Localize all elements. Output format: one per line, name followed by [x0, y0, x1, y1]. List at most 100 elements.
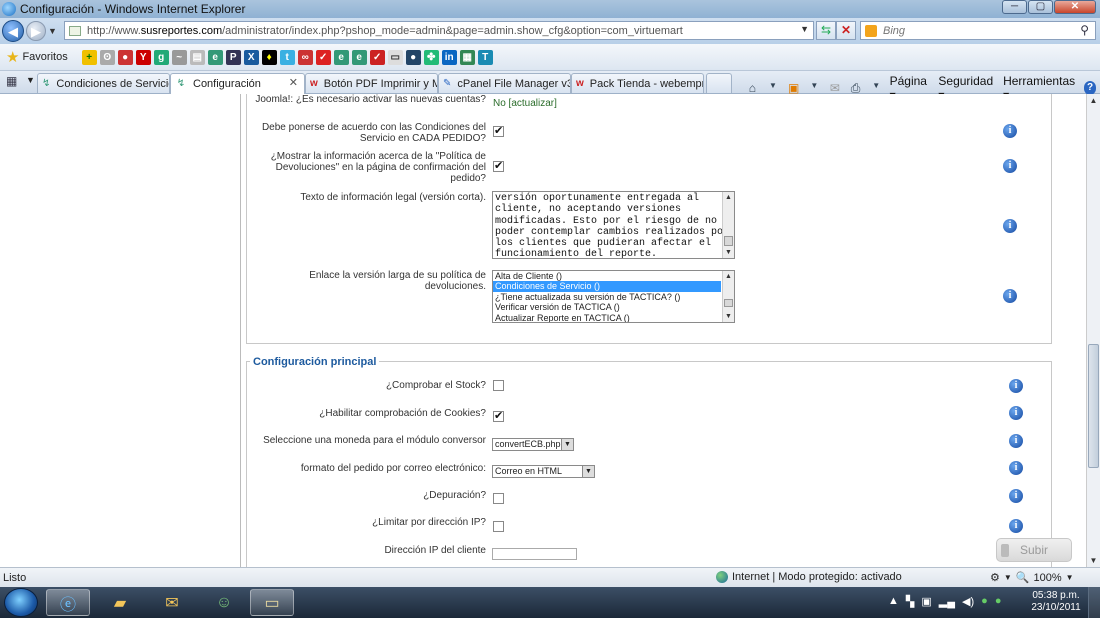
debug-checkbox[interactable] — [493, 493, 504, 504]
address-dropdown-icon[interactable]: ▼ — [800, 24, 809, 34]
tab-close-icon[interactable]: ✕ — [289, 76, 298, 89]
back-button[interactable]: ◀ — [2, 20, 24, 42]
scroll-down-icon[interactable]: ▼ — [1087, 554, 1100, 567]
show-hidden-icons-icon[interactable]: ▲ — [888, 595, 899, 608]
tab-cpanel[interactable]: ✎ cPanel File Manager v3 — [438, 73, 571, 93]
scroll-down-icon[interactable]: ▼ — [723, 311, 734, 322]
info-icon[interactable]: i — [1003, 159, 1017, 173]
client-ip-input[interactable] — [492, 548, 577, 560]
scroll-down-icon[interactable]: ▼ — [723, 247, 734, 258]
info-icon[interactable]: i — [1009, 519, 1023, 533]
feeds-icon[interactable]: ▣ — [786, 81, 801, 95]
chevron-down-icon[interactable]: ▼ — [1066, 573, 1074, 582]
network-icon[interactable]: ▂▄ — [939, 595, 955, 608]
bookmark-4-icon[interactable]: g — [153, 49, 169, 65]
chevron-down-icon[interactable]: ▼ — [1004, 573, 1012, 582]
tray-icon-6[interactable]: ● — [995, 595, 1002, 608]
bookmark-16-icon[interactable]: ✓ — [369, 49, 385, 65]
youtube-icon[interactable]: Y — [135, 49, 151, 65]
info-icon[interactable]: i — [1009, 379, 1023, 393]
search-icon[interactable]: ⚲ — [1080, 23, 1089, 37]
add-favorite-icon[interactable]: + — [81, 49, 97, 65]
page-scroll-thumb[interactable] — [1088, 344, 1099, 468]
info-icon[interactable]: i — [1003, 289, 1017, 303]
linkedin-icon[interactable]: in — [441, 49, 457, 65]
agree-terms-checkbox[interactable] — [493, 124, 504, 137]
quick-tabs-icon[interactable]: ▦ — [6, 74, 22, 90]
bookmark-17-icon[interactable]: ▭ — [387, 49, 403, 65]
page-scrollbar[interactable]: ▲ ▼ — [1086, 94, 1100, 567]
scroll-up-icon[interactable]: ▲ — [723, 271, 734, 282]
listbox-option[interactable]: Verificar versión de TACTICA () — [493, 302, 721, 312]
twitter-icon[interactable]: t — [279, 49, 295, 65]
bookmark-14-icon[interactable]: e — [333, 49, 349, 65]
tray-icon-2[interactable]: ▣ — [921, 595, 931, 608]
listbox-option[interactable]: ¿Tiene actualizada su versión de TACTICA… — [493, 292, 721, 302]
bookmark-6-icon[interactable]: ▤ — [189, 49, 205, 65]
textarea-scrollbar[interactable]: ▲ ▼ — [722, 192, 734, 258]
tab-boton-pdf[interactable]: w Botón PDF Imprimir y M... — [305, 73, 438, 93]
chevron-down-icon[interactable]: ▼ — [561, 439, 573, 450]
bookmark-12-icon[interactable]: ∞ — [297, 49, 313, 65]
show-returns-checkbox[interactable] — [493, 159, 504, 172]
taskbar-app3-button[interactable]: ✉ — [150, 589, 194, 616]
new-tab-button[interactable] — [706, 73, 732, 93]
bookmark-9-icon[interactable]: X — [243, 49, 259, 65]
tab-list-dropdown-icon[interactable]: ▼ — [26, 75, 35, 85]
close-button[interactable]: ✕ — [1054, 0, 1096, 14]
listbox-scrollbar[interactable]: ▲ ▼ — [722, 271, 734, 322]
cookies-checkbox[interactable] — [493, 409, 504, 422]
taskbar-app4-button[interactable]: ☺ — [202, 589, 246, 616]
tab-configuracion[interactable]: ↯ Configuración ✕ — [170, 73, 305, 94]
refresh-button[interactable]: ⇆ — [816, 21, 836, 40]
system-clock[interactable]: 05:38 p.m. 23/10/2011 — [1028, 590, 1084, 614]
scroll-thumb[interactable] — [724, 299, 733, 307]
tab-condiciones[interactable]: ↯ Condiciones de Servicio ... — [37, 73, 170, 93]
taskbar-explorer-button[interactable]: ▰ — [98, 589, 142, 616]
check-stock-checkbox[interactable] — [493, 380, 504, 391]
bookmark-13-icon[interactable]: ✓ — [315, 49, 331, 65]
scroll-thumb[interactable] — [724, 236, 733, 246]
bookmark-7-icon[interactable]: e — [207, 49, 223, 65]
bookmark-22-icon[interactable]: T — [477, 49, 493, 65]
bookmark-5-icon[interactable]: ~ — [171, 49, 187, 65]
scroll-up-icon[interactable]: ▲ — [723, 192, 734, 203]
stop-button[interactable]: ✕ — [836, 21, 856, 40]
bookmark-21-icon[interactable]: ▦ — [459, 49, 475, 65]
info-icon[interactable]: i — [1009, 406, 1023, 420]
read-mail-icon[interactable]: ✉ — [828, 81, 843, 95]
home-dropdown-icon[interactable]: ▼ — [766, 81, 781, 95]
address-input[interactable]: http://www. susreportes.com/administrator… — [64, 21, 814, 40]
scroll-up-icon[interactable]: ▲ — [1087, 94, 1100, 107]
tab-pack-tienda[interactable]: w Pack Tienda - webempr... — [571, 73, 704, 93]
listbox-option[interactable]: Condiciones de Servicio () — [493, 281, 721, 292]
bookmark-10-icon[interactable]: ♦ — [261, 49, 277, 65]
help-icon[interactable]: ? — [1083, 81, 1097, 95]
activate-accounts-value[interactable]: No [actualizar] — [493, 98, 557, 109]
print-dropdown-icon[interactable]: ▼ — [869, 81, 884, 95]
info-icon[interactable]: i — [1003, 124, 1017, 138]
bookmark-2-icon[interactable]: ● — [117, 49, 133, 65]
legal-text-textarea[interactable]: versión oportunamente entregada al clien… — [492, 191, 735, 259]
info-icon[interactable]: i — [1009, 434, 1023, 448]
bookmark-15-icon[interactable]: e — [351, 49, 367, 65]
history-dropdown-icon[interactable]: ▼ — [48, 26, 57, 36]
bookmark-1-icon[interactable]: ʘ — [99, 49, 115, 65]
home-icon[interactable]: ⌂ — [745, 81, 760, 95]
submit-button[interactable]: Subir — [996, 538, 1072, 562]
returns-link-listbox[interactable]: Alta de Cliente () Condiciones de Servici… — [492, 270, 735, 323]
minimize-button[interactable]: ─ — [1002, 0, 1027, 14]
feeds-dropdown-icon[interactable]: ▼ — [807, 81, 822, 95]
search-box[interactable]: ⚲ — [860, 21, 1096, 40]
volume-icon[interactable]: ◀) — [962, 595, 974, 608]
show-desktop-button[interactable] — [1088, 587, 1100, 618]
listbox-option[interactable]: Alta de Cliente () — [493, 271, 721, 281]
bookmark-19-icon[interactable]: ✤ — [423, 49, 439, 65]
tray-icon-1[interactable]: ▚ — [906, 595, 914, 608]
favorites-button[interactable]: ★ Favoritos — [6, 48, 68, 66]
search-input[interactable] — [883, 24, 1073, 37]
print-icon[interactable]: ⎙ — [848, 81, 863, 95]
info-icon[interactable]: i — [1009, 489, 1023, 503]
currency-module-select[interactable]: convertECB.php ▼ — [492, 438, 574, 451]
info-icon[interactable]: i — [1009, 461, 1023, 475]
